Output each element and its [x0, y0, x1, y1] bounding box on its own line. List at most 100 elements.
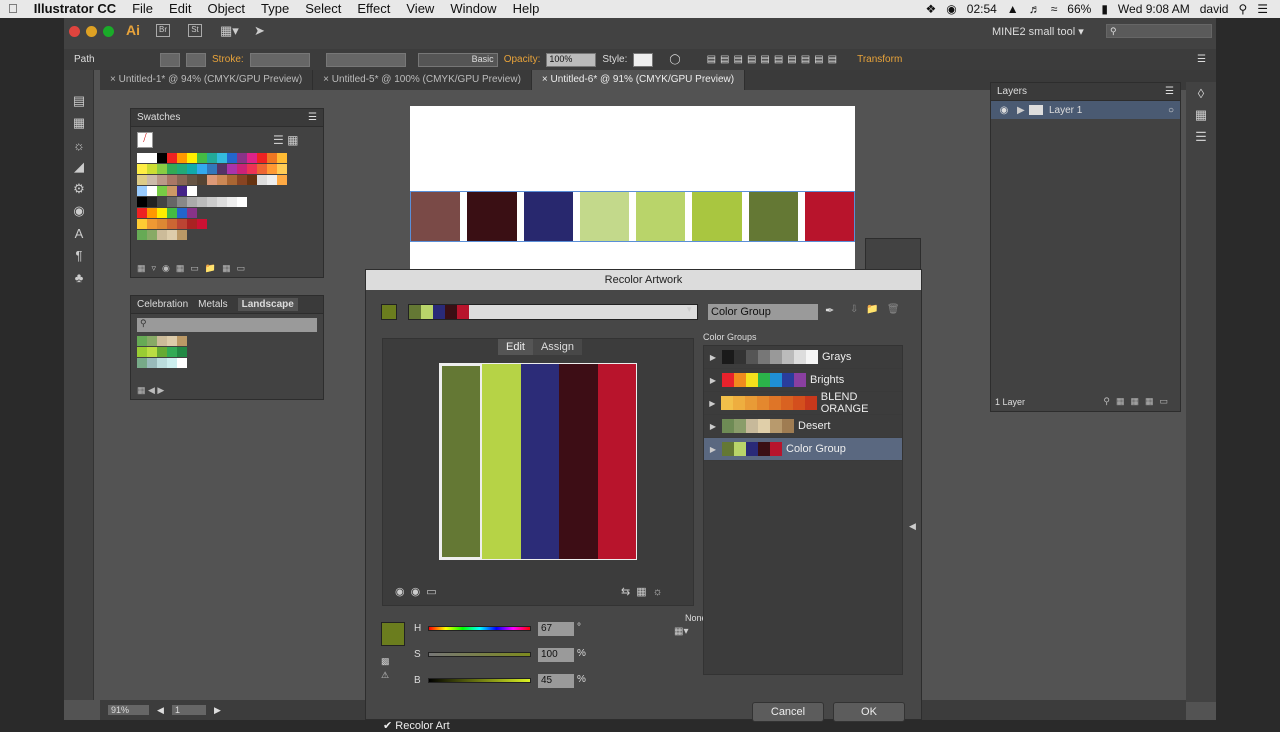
- color-bar[interactable]: [597, 364, 637, 559]
- layer-action-icons[interactable]: ⚲▦▦▦▭: [1103, 396, 1174, 407]
- collapse-groups-icon[interactable]: ◀: [909, 521, 916, 532]
- hue-slider[interactable]: [428, 626, 531, 631]
- swatch[interactable]: [147, 153, 157, 163]
- tab-untitled-6[interactable]: × Untitled-6* @ 91% (CMYK/GPU Preview): [531, 70, 746, 90]
- transform-button[interactable]: Transform: [857, 54, 902, 65]
- swatch[interactable]: [147, 175, 157, 185]
- close-window-button[interactable]: [69, 26, 80, 37]
- menu-view[interactable]: View: [398, 0, 442, 18]
- links-dock-icon[interactable]: ☰: [1186, 126, 1216, 148]
- swatch[interactable]: [227, 197, 237, 207]
- swatch[interactable]: [167, 336, 177, 346]
- appearance-icon[interactable]: ⚙: [64, 178, 94, 200]
- swatch-grid[interactable]: [131, 153, 323, 241]
- tab-metals[interactable]: Metals: [198, 299, 227, 310]
- artwork-rect[interactable]: [636, 192, 686, 241]
- minimize-window-button[interactable]: [86, 26, 97, 37]
- swatch[interactable]: [137, 153, 147, 163]
- swatch[interactable]: [267, 153, 277, 163]
- artboard-number[interactable]: 1: [171, 705, 206, 715]
- swatch[interactable]: [237, 164, 247, 174]
- swatch[interactable]: [167, 358, 177, 368]
- swatch[interactable]: [137, 219, 147, 229]
- group-color-chip[interactable]: [433, 305, 445, 319]
- layer-name[interactable]: Layer 1: [1049, 105, 1082, 116]
- color-bar[interactable]: [482, 364, 521, 559]
- control-panel-menu-icon[interactable]: ☰: [1197, 54, 1216, 65]
- stroke-weight-field[interactable]: [249, 52, 310, 67]
- swatch[interactable]: [227, 164, 237, 174]
- color-group-row[interactable]: ▶ Desert: [704, 415, 902, 438]
- artwork-rect[interactable]: [467, 192, 517, 241]
- swatch[interactable]: [157, 208, 167, 218]
- swatch[interactable]: [217, 153, 227, 163]
- menu-edit[interactable]: Edit: [161, 0, 199, 18]
- swatch[interactable]: [197, 153, 207, 163]
- layers-tool-icon[interactable]: ▦: [64, 112, 94, 134]
- swatch[interactable]: [187, 153, 197, 163]
- menu-type[interactable]: Type: [253, 0, 297, 18]
- opacity-label[interactable]: Opacity:: [504, 54, 541, 65]
- swatch[interactable]: [207, 164, 217, 174]
- swatch[interactable]: [147, 219, 157, 229]
- workspace-switcher[interactable]: MINE2 small tool ▾: [992, 25, 1084, 38]
- swatch[interactable]: [177, 164, 187, 174]
- swatch[interactable]: [137, 358, 147, 368]
- swatch[interactable]: [227, 175, 237, 185]
- fill-color-swatch[interactable]: [160, 52, 180, 67]
- group-dropdown-icon[interactable]: ▾: [687, 304, 692, 315]
- saturation-slider[interactable]: [428, 652, 531, 657]
- artboard[interactable]: [410, 106, 855, 271]
- bar-option-icons[interactable]: ⇆▦☼: [621, 585, 669, 598]
- artwork-rect[interactable]: [692, 192, 742, 241]
- stroke-label[interactable]: Stroke:: [212, 54, 244, 65]
- swatch[interactable]: [137, 230, 147, 240]
- swatch[interactable]: [137, 347, 147, 357]
- artboard-nav-next[interactable]: ▶: [214, 705, 221, 716]
- swatch[interactable]: [277, 164, 287, 174]
- swatch[interactable]: [237, 175, 247, 185]
- spotlight-icon[interactable]: ⚲: [1238, 2, 1247, 16]
- swatch[interactable]: [197, 197, 207, 207]
- clock[interactable]: Wed 9:08 AM: [1118, 2, 1190, 16]
- calendar-time[interactable]: 02:54: [967, 2, 997, 16]
- library-swatch-grid[interactable]: [131, 336, 323, 369]
- swatch[interactable]: [157, 197, 167, 207]
- swatch[interactable]: [177, 336, 187, 346]
- swatch[interactable]: [147, 347, 157, 357]
- saturation-value-field[interactable]: 100: [538, 648, 574, 662]
- color-guide-icon[interactable]: ◉: [64, 200, 94, 222]
- swatch[interactable]: [147, 208, 157, 218]
- swatch[interactable]: [167, 153, 177, 163]
- artwork-rect[interactable]: [579, 192, 629, 241]
- artboards-dock-icon[interactable]: ▦: [1186, 104, 1216, 126]
- group-action-icons[interactable]: ⇩📁🗑: [850, 304, 908, 315]
- hue-value-field[interactable]: 67: [538, 622, 574, 636]
- tab-edit[interactable]: Edit: [498, 339, 533, 355]
- swatch[interactable]: [167, 197, 177, 207]
- group-color-chip[interactable]: [445, 305, 457, 319]
- swatch[interactable]: [237, 197, 247, 207]
- app-menu[interactable]: Illustrator CC: [26, 0, 124, 18]
- color-bar[interactable]: [440, 364, 483, 559]
- volume-icon[interactable]: ♬: [1029, 2, 1041, 16]
- artwork-rect[interactable]: [411, 192, 461, 241]
- character-icon[interactable]: A: [64, 222, 94, 244]
- ok-button[interactable]: OK: [833, 702, 905, 722]
- swatch[interactable]: [227, 153, 237, 163]
- swatch[interactable]: [187, 219, 197, 229]
- tab-assign[interactable]: Assign: [532, 339, 582, 355]
- gradient-icon[interactable]: ◢: [64, 156, 94, 178]
- swatch[interactable]: [267, 175, 277, 185]
- selected-color-swatch[interactable]: [381, 622, 405, 646]
- swatch[interactable]: [157, 230, 167, 240]
- swatch[interactable]: [157, 336, 167, 346]
- zoom-window-button[interactable]: [103, 26, 114, 37]
- swatch[interactable]: [277, 153, 287, 163]
- swatch[interactable]: [247, 164, 257, 174]
- swatch[interactable]: [167, 164, 177, 174]
- active-color-group-bar[interactable]: [408, 304, 698, 320]
- swatch[interactable]: [197, 219, 207, 229]
- swatch[interactable]: [187, 208, 197, 218]
- expand-group-icon[interactable]: ▶: [704, 376, 722, 385]
